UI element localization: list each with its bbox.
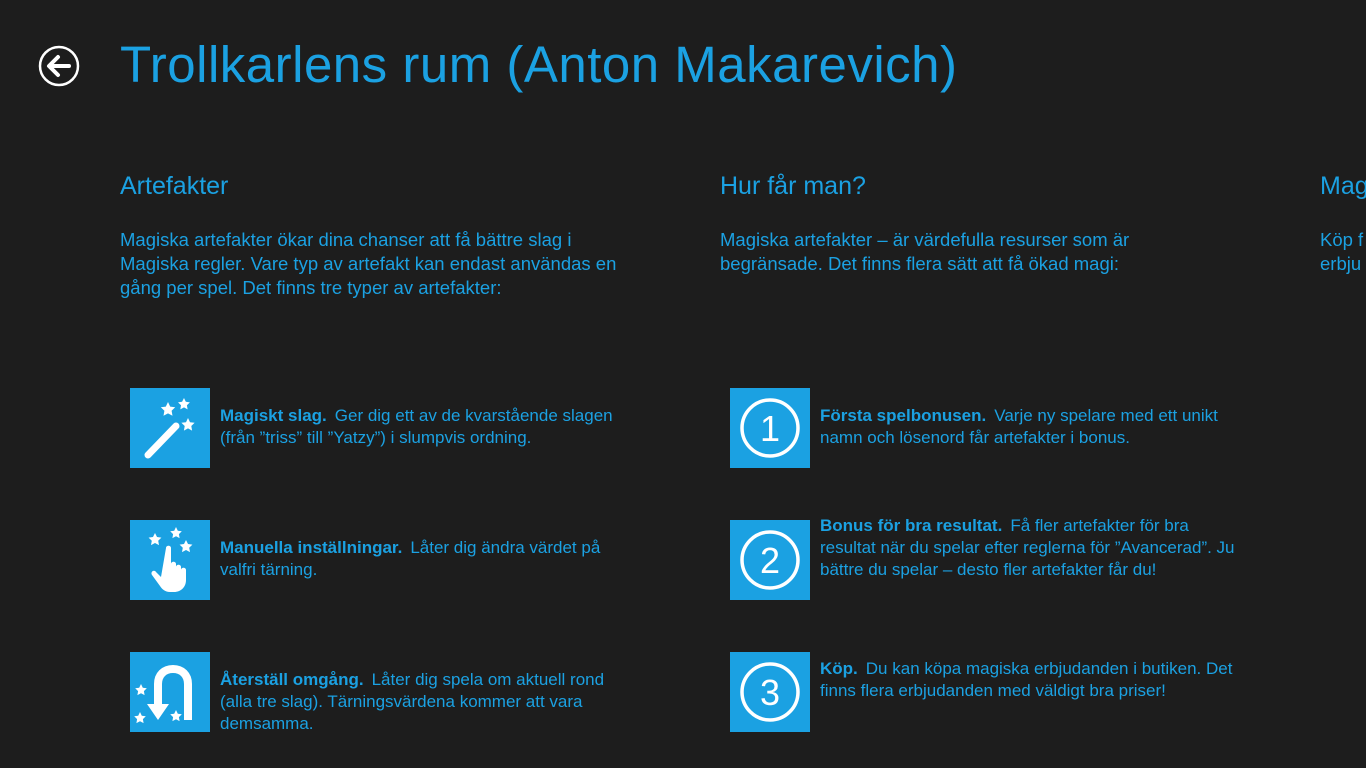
item-description: Återställ omgång. Låter dig spela om aktu…: [220, 669, 640, 735]
section-intro: Magiska artefakter ökar dina chanser att…: [120, 229, 617, 298]
number-label: 3: [760, 672, 780, 713]
number-3-icon: 3: [730, 652, 810, 732]
back-button[interactable]: [38, 45, 80, 87]
item-title: Bonus för bra resultat.: [820, 516, 1003, 535]
section-magic-offers-partial: Mag Köp f erbju: [1320, 168, 1366, 276]
pointing-hand-icon: [130, 520, 210, 600]
u-turn-arrow-icon: [130, 652, 210, 732]
item-description: Magiskt slag. Ger dig ett av de kvarståen…: [220, 405, 640, 449]
number-1-icon: 1: [730, 388, 810, 468]
page: Trollkarlens rum (Anton Makarevich) Arte…: [0, 0, 1366, 768]
number-2-icon: 2: [730, 520, 810, 600]
number-label: 2: [760, 540, 780, 581]
section-heading: Hur får man?: [720, 172, 866, 200]
number-label: 1: [760, 408, 780, 449]
item-title: Magiskt slag.: [220, 406, 327, 425]
section-intro: Köp f erbju: [1320, 228, 1366, 276]
section-artefacts: Artefakter Magiska artefakter ökar dina …: [120, 168, 640, 300]
item-description: Manuella inställningar. Låter dig ändra v…: [220, 537, 640, 581]
section-intro: Magiska artefakter – är värdefulla resur…: [720, 229, 1130, 274]
intro-line: Köp f: [1320, 229, 1364, 250]
intro-line: erbju: [1320, 253, 1362, 274]
item-title: Köp.: [820, 659, 858, 678]
section-how-to-get: Hur får man? Magiska artefakter – är vär…: [720, 168, 1240, 276]
section-heading: Artefakter: [120, 172, 229, 200]
item-body: Du kan köpa magiska erbjudanden i butike…: [820, 659, 1233, 700]
item-title: Manuella inställningar.: [220, 538, 403, 557]
item-title: Återställ omgång.: [220, 670, 364, 689]
page-title: Trollkarlens rum (Anton Makarevich): [120, 36, 958, 93]
magic-wand-icon: [130, 388, 210, 468]
item-description: Första spelbonusen. Varje ny spelare med …: [820, 405, 1240, 449]
item-description: Köp. Du kan köpa magiska erbjudanden i bu…: [820, 658, 1240, 702]
section-heading: Mag: [1320, 172, 1366, 200]
back-arrow-icon: [38, 45, 80, 87]
item-title: Första spelbonusen.: [820, 406, 987, 425]
item-description: Bonus för bra resultat. Få fler artefakte…: [820, 515, 1240, 581]
